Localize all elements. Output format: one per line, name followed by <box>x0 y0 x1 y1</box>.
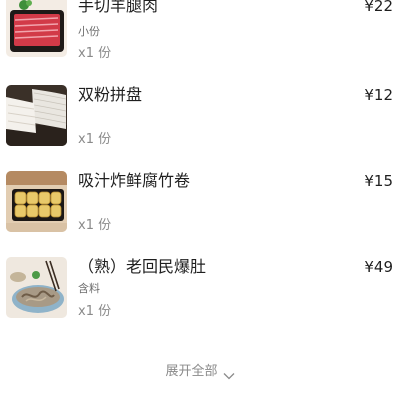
expand-all-label: 展开全部 <box>165 364 218 379</box>
item-spec: 含料 <box>78 282 100 295</box>
tripe-dish-image <box>6 257 67 318</box>
order-items-list: 手切羊腿肉 ¥22 小份 x1 份 双粉拼盘 ¥12 x1 份 吸汁炸鲜腐竹卷 … <box>0 0 400 400</box>
expand-all-button[interactable]: 展开全部 <box>0 363 400 381</box>
item-quantity: x1 份 <box>78 304 112 319</box>
chevron-down-icon <box>223 368 235 379</box>
item-quantity: x1 份 <box>78 46 112 61</box>
tofu-skin-roll-image <box>6 171 67 232</box>
item-name: 双粉拼盘 <box>78 85 143 104</box>
list-item[interactable]: （熟）老回民爆肚 ¥49 含料 x1 份 <box>0 257 400 323</box>
list-item[interactable]: 双粉拼盘 ¥12 x1 份 <box>0 85 400 151</box>
list-item[interactable]: 手切羊腿肉 ¥22 小份 x1 份 <box>0 0 400 62</box>
item-price: ¥22 <box>364 0 393 15</box>
item-price: ¥12 <box>364 86 393 104</box>
item-name: （熟）老回民爆肚 <box>78 257 207 276</box>
item-name: 手切羊腿肉 <box>78 0 159 15</box>
list-item[interactable]: 吸汁炸鲜腐竹卷 ¥15 x1 份 <box>0 171 400 237</box>
item-price: ¥49 <box>364 258 393 276</box>
item-price: ¥15 <box>364 172 393 190</box>
sliced-lamb-leg-image <box>6 0 67 57</box>
item-name: 吸汁炸鲜腐竹卷 <box>78 171 191 190</box>
item-quantity: x1 份 <box>78 132 112 147</box>
noodle-platter-image <box>6 85 67 146</box>
item-spec: 小份 <box>78 25 100 38</box>
item-quantity: x1 份 <box>78 218 112 233</box>
